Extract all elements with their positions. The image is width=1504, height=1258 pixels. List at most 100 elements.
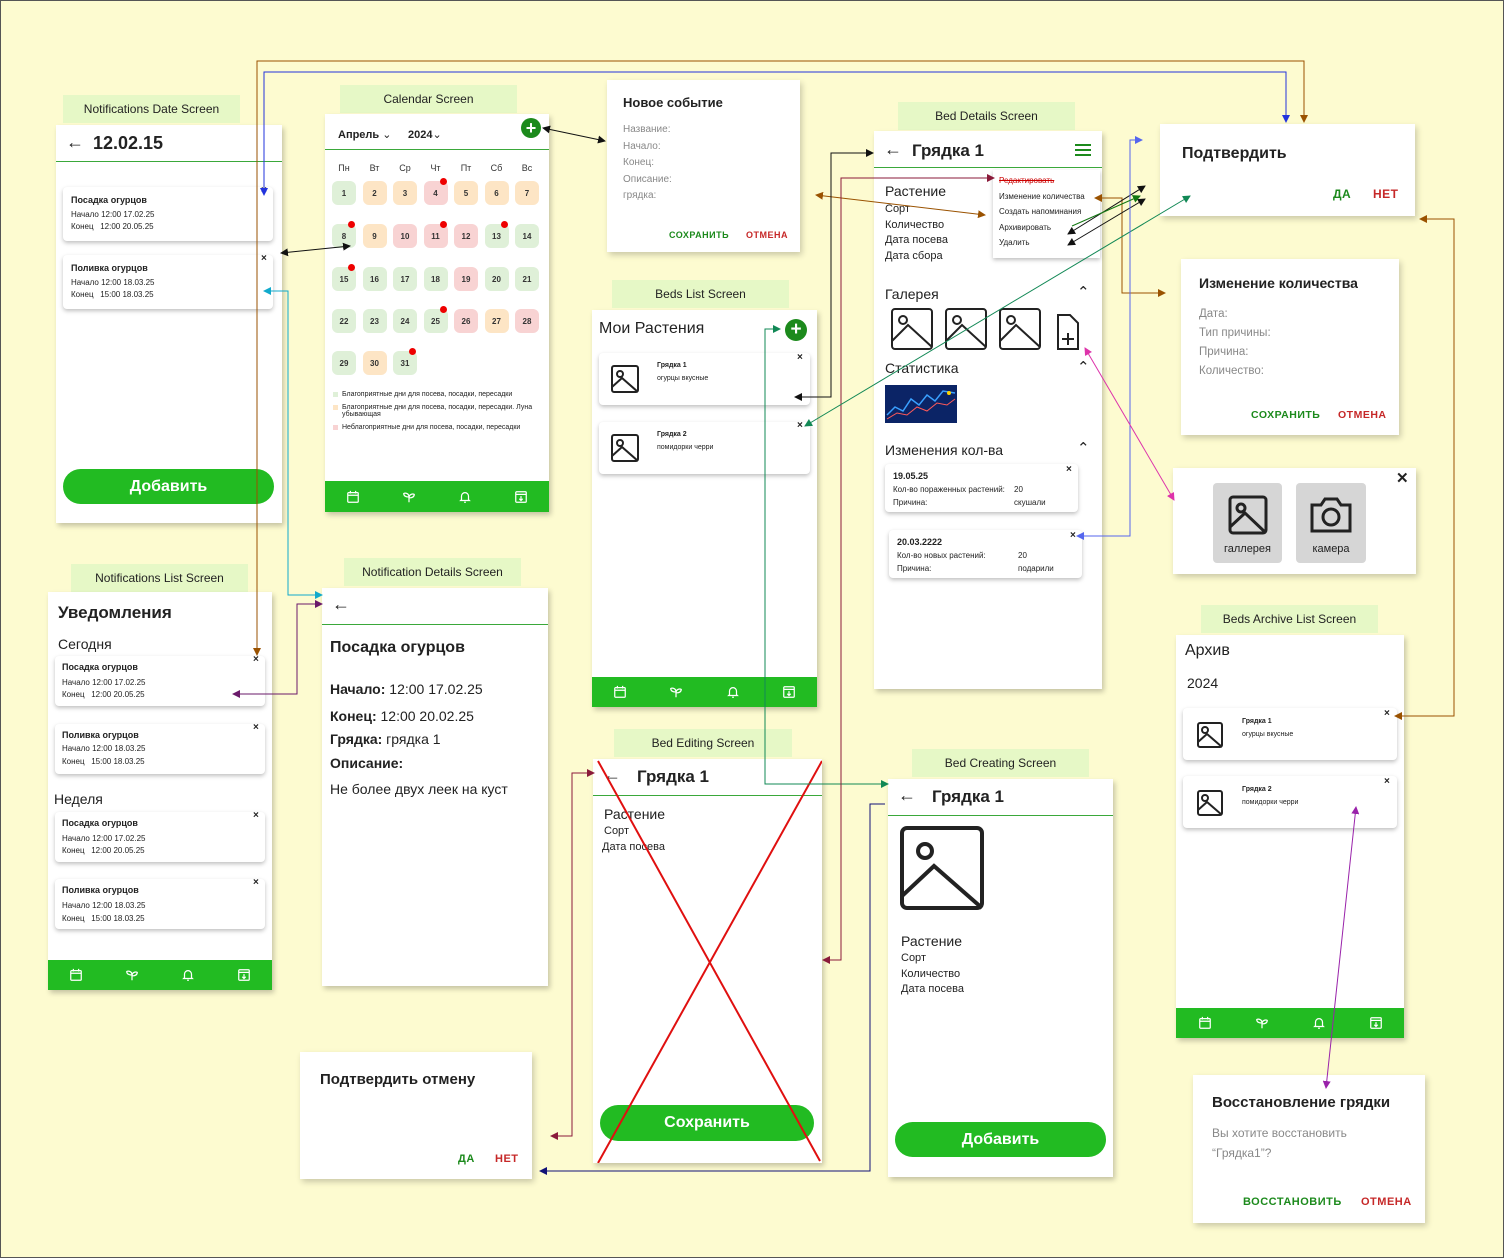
archive-icon[interactable]	[237, 968, 251, 982]
back-arrow-icon[interactable]: ←	[884, 139, 902, 160]
restore-button[interactable]: ВОССТАНОВИТЬ	[1243, 1196, 1342, 1208]
calendar-day[interactable]: 7	[515, 181, 539, 205]
reason-field[interactable]: Причина:	[1199, 343, 1271, 362]
bell-icon[interactable]	[458, 490, 472, 504]
calendar-day[interactable]: 28	[515, 309, 539, 333]
archived-bed-item[interactable]: Грядка 2 помидорки черри	[1183, 776, 1397, 828]
close-icon[interactable]: ×	[1070, 530, 1076, 541]
add-button[interactable]: Добавить	[63, 469, 274, 504]
cancel-button[interactable]: ОТМЕНА	[1361, 1196, 1412, 1208]
calendar-day[interactable]: 23	[362, 309, 387, 333]
archive-icon[interactable]	[1369, 1016, 1383, 1030]
calendar-day[interactable]: 21	[515, 267, 539, 291]
calendar-day[interactable]: 20	[484, 267, 509, 291]
close-icon[interactable]: ×	[253, 654, 259, 665]
image-placeholder-icon[interactable]	[900, 826, 984, 910]
add-event-button[interactable]: +	[521, 118, 541, 138]
no-button[interactable]: НЕТ	[495, 1153, 519, 1165]
calendar-day[interactable]: 29	[332, 351, 356, 375]
calendar-day[interactable]: 26	[454, 309, 478, 333]
calendar-day[interactable]: 6	[484, 181, 509, 205]
bed-list-item[interactable]: Грядка 1 огурцы вкусные	[599, 353, 810, 405]
change-card[interactable]: 19.05.25 Кол-во пораженных растений: 20 …	[885, 464, 1078, 512]
menu-item-archive[interactable]: Архивировать	[999, 223, 1094, 239]
change-card[interactable]: 20.03.2222 Кол-во новых растений: 20 При…	[889, 530, 1082, 578]
calendar-day[interactable]: 3	[393, 181, 417, 205]
calendar-day[interactable]: 17	[393, 267, 417, 291]
bell-icon[interactable]	[726, 685, 740, 699]
notification-card[interactable]: Посадка огурцов Начало 12:00 17.02.25 Ко…	[55, 812, 265, 862]
close-icon[interactable]: ×	[797, 352, 803, 363]
back-arrow-icon[interactable]: ←	[66, 132, 84, 153]
calendar-day[interactable]: 22	[332, 309, 356, 333]
add-bed-button[interactable]: +	[785, 319, 807, 341]
gallery-option[interactable]: галлерея	[1213, 483, 1282, 563]
archive-icon[interactable]	[514, 490, 528, 504]
sprout-icon[interactable]	[125, 968, 139, 982]
close-icon[interactable]: ×	[261, 253, 267, 264]
calendar-day[interactable]: 10	[393, 224, 417, 248]
month-select[interactable]: Апрель ⌄	[338, 128, 391, 141]
close-icon[interactable]: ×	[253, 722, 259, 733]
close-icon[interactable]: ×	[1066, 464, 1072, 475]
date-field[interactable]: Дата:	[1199, 305, 1271, 324]
save-button[interactable]: СОХРАНИТЬ	[669, 230, 729, 240]
sprout-icon[interactable]	[669, 685, 683, 699]
close-icon[interactable]: ×	[253, 877, 259, 888]
description-field[interactable]: Описание:	[623, 172, 672, 189]
chevron-up-icon[interactable]: ⌃	[1077, 283, 1090, 301]
bed-list-item[interactable]: Грядка 2 помидорки черри	[599, 422, 810, 474]
notification-card[interactable]: Поливка огурцов Начало 12:00 18.03.25 Ко…	[63, 255, 273, 309]
menu-item-change-quantity[interactable]: Изменение количества	[999, 192, 1094, 208]
chevron-up-icon[interactable]: ⌃	[1077, 358, 1090, 376]
close-icon[interactable]: ×	[1384, 776, 1390, 787]
quantity-field[interactable]: Количество:	[1199, 362, 1271, 381]
notification-card[interactable]: Посадка огурцов Начало 12:00 17.02.25 Ко…	[63, 187, 273, 241]
year-select[interactable]: 2024⌄	[408, 128, 442, 141]
calendar-icon[interactable]	[1198, 1016, 1212, 1030]
menu-icon[interactable]	[1074, 143, 1092, 157]
calendar-day[interactable]: 24	[393, 309, 417, 333]
close-icon[interactable]: ×	[1384, 708, 1390, 719]
sprout-icon[interactable]	[1255, 1016, 1269, 1030]
save-button[interactable]: СОХРАНИТЬ	[1251, 409, 1320, 421]
start-field[interactable]: Начало:	[623, 139, 672, 156]
calendar-day[interactable]: 12	[454, 224, 478, 248]
close-icon[interactable]: ×	[797, 420, 803, 431]
bell-icon[interactable]	[181, 968, 195, 982]
notification-card[interactable]: Посадка огурцов Начало 12:00 17.02.25 Ко…	[55, 656, 265, 706]
sprout-icon[interactable]	[402, 490, 416, 504]
calendar-day[interactable]: 27	[484, 309, 509, 333]
close-icon[interactable]: ×	[261, 185, 267, 196]
archived-bed-item[interactable]: Грядка 1 огурцы вкусные	[1183, 708, 1397, 760]
notification-card[interactable]: Поливка огурцов Начало 12:00 18.03.25 Ко…	[55, 724, 265, 774]
calendar-icon[interactable]	[346, 490, 360, 504]
back-arrow-icon[interactable]: ←	[898, 785, 916, 806]
calendar-icon[interactable]	[613, 685, 627, 699]
close-icon[interactable]: ×	[253, 810, 259, 821]
yes-button[interactable]: ДА	[458, 1153, 475, 1165]
camera-option[interactable]: камера	[1296, 483, 1366, 563]
chevron-up-icon[interactable]: ⌃	[1077, 439, 1090, 457]
menu-item-edit[interactable]: Редактировать	[999, 176, 1094, 192]
cancel-button[interactable]: ОТМЕНА	[746, 230, 788, 240]
notification-card[interactable]: Поливка огурцов Начало 12:00 18.03.25 Ко…	[55, 879, 265, 929]
menu-item-create-reminder[interactable]: Создать напоминания	[999, 207, 1094, 223]
bell-icon[interactable]	[1312, 1016, 1326, 1030]
cancel-button[interactable]: ОТМЕНА	[1338, 409, 1387, 421]
close-icon[interactable]: ✕	[1396, 469, 1409, 487]
back-arrow-icon[interactable]: ←	[332, 594, 350, 615]
bed-field[interactable]: грядка:	[623, 188, 672, 205]
reason-type-field[interactable]: Тип причины:	[1199, 324, 1271, 343]
calendar-day[interactable]: 5	[454, 181, 478, 205]
calendar-day[interactable]: 9	[362, 224, 387, 248]
calendar-day[interactable]: 1	[332, 181, 356, 205]
archive-icon[interactable]	[782, 685, 796, 699]
end-field[interactable]: Конец:	[623, 155, 672, 172]
calendar-day[interactable]: 16	[362, 267, 387, 291]
calendar-day[interactable]: 18	[423, 267, 448, 291]
calendar-icon[interactable]	[69, 968, 83, 982]
calendar-day[interactable]: 19	[454, 267, 478, 291]
yes-button[interactable]: ДА	[1333, 187, 1351, 201]
name-field[interactable]: Название:	[623, 122, 672, 139]
